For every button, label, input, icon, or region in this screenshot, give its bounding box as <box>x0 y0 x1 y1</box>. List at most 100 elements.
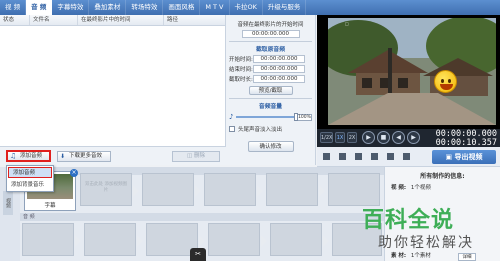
fade-label: 头尾声音淡入淡出 <box>238 127 283 133</box>
video-slot[interactable] <box>204 173 263 206</box>
slot-placeholder-text: 双击此处 添加视频图片 <box>85 182 127 193</box>
video-slot[interactable] <box>266 173 325 206</box>
delete-icon[interactable] <box>387 153 394 160</box>
slot-arrow-icon <box>195 185 201 197</box>
brand-main-text: 百科全说 <box>362 208 455 233</box>
timeline: 视频 视 频 × 字幕 双击此处 添加视频图片 音 频 <box>0 167 384 261</box>
preview-watermark-logo: □ <box>345 21 349 26</box>
player-controls: 1/2X 1X 2X ▶ ■ ◀ ▶ 00:00:00.000 00:00:10… <box>317 129 500 148</box>
tab-upgrade-service[interactable]: 升级与服务 <box>263 0 307 15</box>
audio-slot[interactable] <box>84 223 143 256</box>
preview-frame-image <box>328 18 496 125</box>
video-slot[interactable]: 双击此处 添加视频图片 <box>80 173 139 206</box>
side-tab-video[interactable]: 视频 <box>3 191 13 215</box>
volume-slider-handle[interactable] <box>294 113 298 121</box>
tab-karaoke[interactable]: 卡拉OK <box>230 0 263 15</box>
details-button[interactable]: 详细 <box>458 253 476 261</box>
speed-half-button[interactable]: 1/2X <box>320 132 333 143</box>
download-more-label: 下载更多音效 <box>69 153 103 159</box>
save-icon[interactable] <box>371 153 378 160</box>
fade-checkbox[interactable] <box>229 126 235 132</box>
slot-arrow-icon <box>75 235 81 247</box>
info-video-value: 1个视频 <box>410 185 431 191</box>
slot-arrow-icon <box>257 185 263 197</box>
fade-option-row: 头尾声音淡入淡出 <box>229 125 312 133</box>
export-icon: ▣ <box>445 153 455 161</box>
stop-icon[interactable]: ■ <box>377 131 390 144</box>
tab-picture-style[interactable]: 画面风格 <box>163 0 201 15</box>
smiley-emoji-sticker[interactable] <box>434 70 457 93</box>
music-note-icon: ♫ <box>10 152 17 160</box>
audio-slot[interactable] <box>270 223 329 256</box>
video-preview: □ <box>317 15 500 129</box>
column-filename[interactable]: 文件名 <box>30 15 78 25</box>
clip-close-icon[interactable]: × <box>70 169 78 177</box>
trim-start-label: 开始时间: <box>229 57 253 63</box>
trim-end-row: 结束时间: 00:00:00.000 <box>229 65 312 73</box>
trim-end-input[interactable]: 00:00:00.000 <box>253 65 305 73</box>
audio-slot[interactable] <box>208 223 267 256</box>
speed-normal-button[interactable]: 1X <box>335 132 345 143</box>
download-more-sounds-button[interactable]: ⬇ 下载更多音效 <box>57 151 111 162</box>
clip-name: 字幕 <box>44 203 56 209</box>
video-slot[interactable] <box>142 173 201 206</box>
info-title: 所有制作的信息: <box>420 173 465 180</box>
brand-watermark: 百科全说 助你轻松解决 <box>362 200 500 261</box>
main-tab-bar: 视 频 音 频 字幕特效 叠加素材 转场特效 画面风格 M T V 卡拉OK 升… <box>0 0 500 15</box>
speaker-icon: ♪ <box>229 113 234 121</box>
settings-icon[interactable] <box>403 153 410 160</box>
column-status[interactable]: 状态 <box>0 15 30 25</box>
add-audio-label: 添加音频 <box>20 153 43 159</box>
audio-action-bar: ♫ 添加音频 ⬇ 下载更多音效 ◫ 删除 <box>0 146 226 165</box>
tab-overlay-material[interactable]: 叠加素材 <box>89 0 127 15</box>
divider <box>229 41 312 42</box>
trim-audio-title: 截取原音频 <box>256 47 285 53</box>
tab-subtitle-effects[interactable]: 字幕特效 <box>52 0 90 15</box>
tab-transition-effects[interactable]: 转场特效 <box>126 0 164 15</box>
table-header: 状态 文件名 在最终影片中的时间 路径 <box>0 15 225 26</box>
trash-icon: ◫ <box>187 153 194 159</box>
start-time-in-film-input[interactable]: 00:00:00.000 <box>241 30 300 38</box>
fullscreen-icon[interactable] <box>323 153 330 160</box>
column-path[interactable]: 路径 <box>164 15 224 25</box>
export-video-button[interactable]: ▣ 导出视频 <box>432 150 496 164</box>
download-icon: ⬇ <box>60 153 66 160</box>
audio-file-list[interactable] <box>0 26 225 146</box>
trim-start-input[interactable]: 00:00:00.000 <box>253 55 305 63</box>
audio-slot[interactable] <box>22 223 81 256</box>
prev-frame-icon[interactable]: ◀ <box>392 131 405 144</box>
add-audio-button[interactable]: ♫ 添加音频 <box>6 150 51 162</box>
tab-video[interactable]: 视 频 <box>0 0 27 15</box>
slot-arrow-icon <box>137 235 143 247</box>
volume-value: 100% <box>297 113 312 121</box>
menu-item-add-background-music[interactable]: 添加背景音乐 <box>7 179 53 191</box>
slot-arrow-icon <box>261 235 267 247</box>
trim-end-label: 结束时间: <box>229 67 253 73</box>
next-frame-icon[interactable]: ▶ <box>407 131 420 144</box>
scissors-icon[interactable]: ✂ <box>190 248 206 261</box>
menu-item-add-audio[interactable]: 添加音频 <box>8 167 52 178</box>
slot-arrow-icon <box>133 185 139 197</box>
trim-duration-label: 截取时长: <box>229 77 253 83</box>
volume-slider[interactable] <box>236 113 298 121</box>
volume-title: 音频音量 <box>258 104 283 110</box>
column-time-in-film[interactable]: 在最终影片中的时间 <box>78 15 164 25</box>
preview-trim-button[interactable]: 预览/截取 <box>248 86 293 95</box>
volume-row: ♪ 100% <box>229 113 312 121</box>
speed-double-button[interactable]: 2X <box>347 132 357 143</box>
trim-start-row: 开始时间: 00:00:00.000 <box>229 55 312 63</box>
delete-audio-button[interactable]: ◫ 删除 <box>172 151 220 162</box>
slot-arrow-icon <box>323 235 329 247</box>
play-icon[interactable]: ▶ <box>362 131 375 144</box>
slot-arrow-icon <box>319 185 325 197</box>
audio-settings-panel: 音频在最终影片的开始时间 00:00:00.000 截取原音频 开始时间: 00… <box>226 15 316 165</box>
folder-icon[interactable] <box>355 153 362 160</box>
snapshot-icon[interactable] <box>339 153 346 160</box>
confirm-changes-button[interactable]: 确认修改 <box>247 141 294 152</box>
info-video-label: 视 频: <box>391 185 407 191</box>
tab-audio[interactable]: 音 频 <box>26 0 53 15</box>
audio-track-header: 音 频 <box>20 213 384 221</box>
tab-mtv[interactable]: M T V <box>200 0 230 15</box>
divider <box>229 98 312 99</box>
trim-duration-row: 截取时长: 00:00:00.000 <box>229 75 312 83</box>
